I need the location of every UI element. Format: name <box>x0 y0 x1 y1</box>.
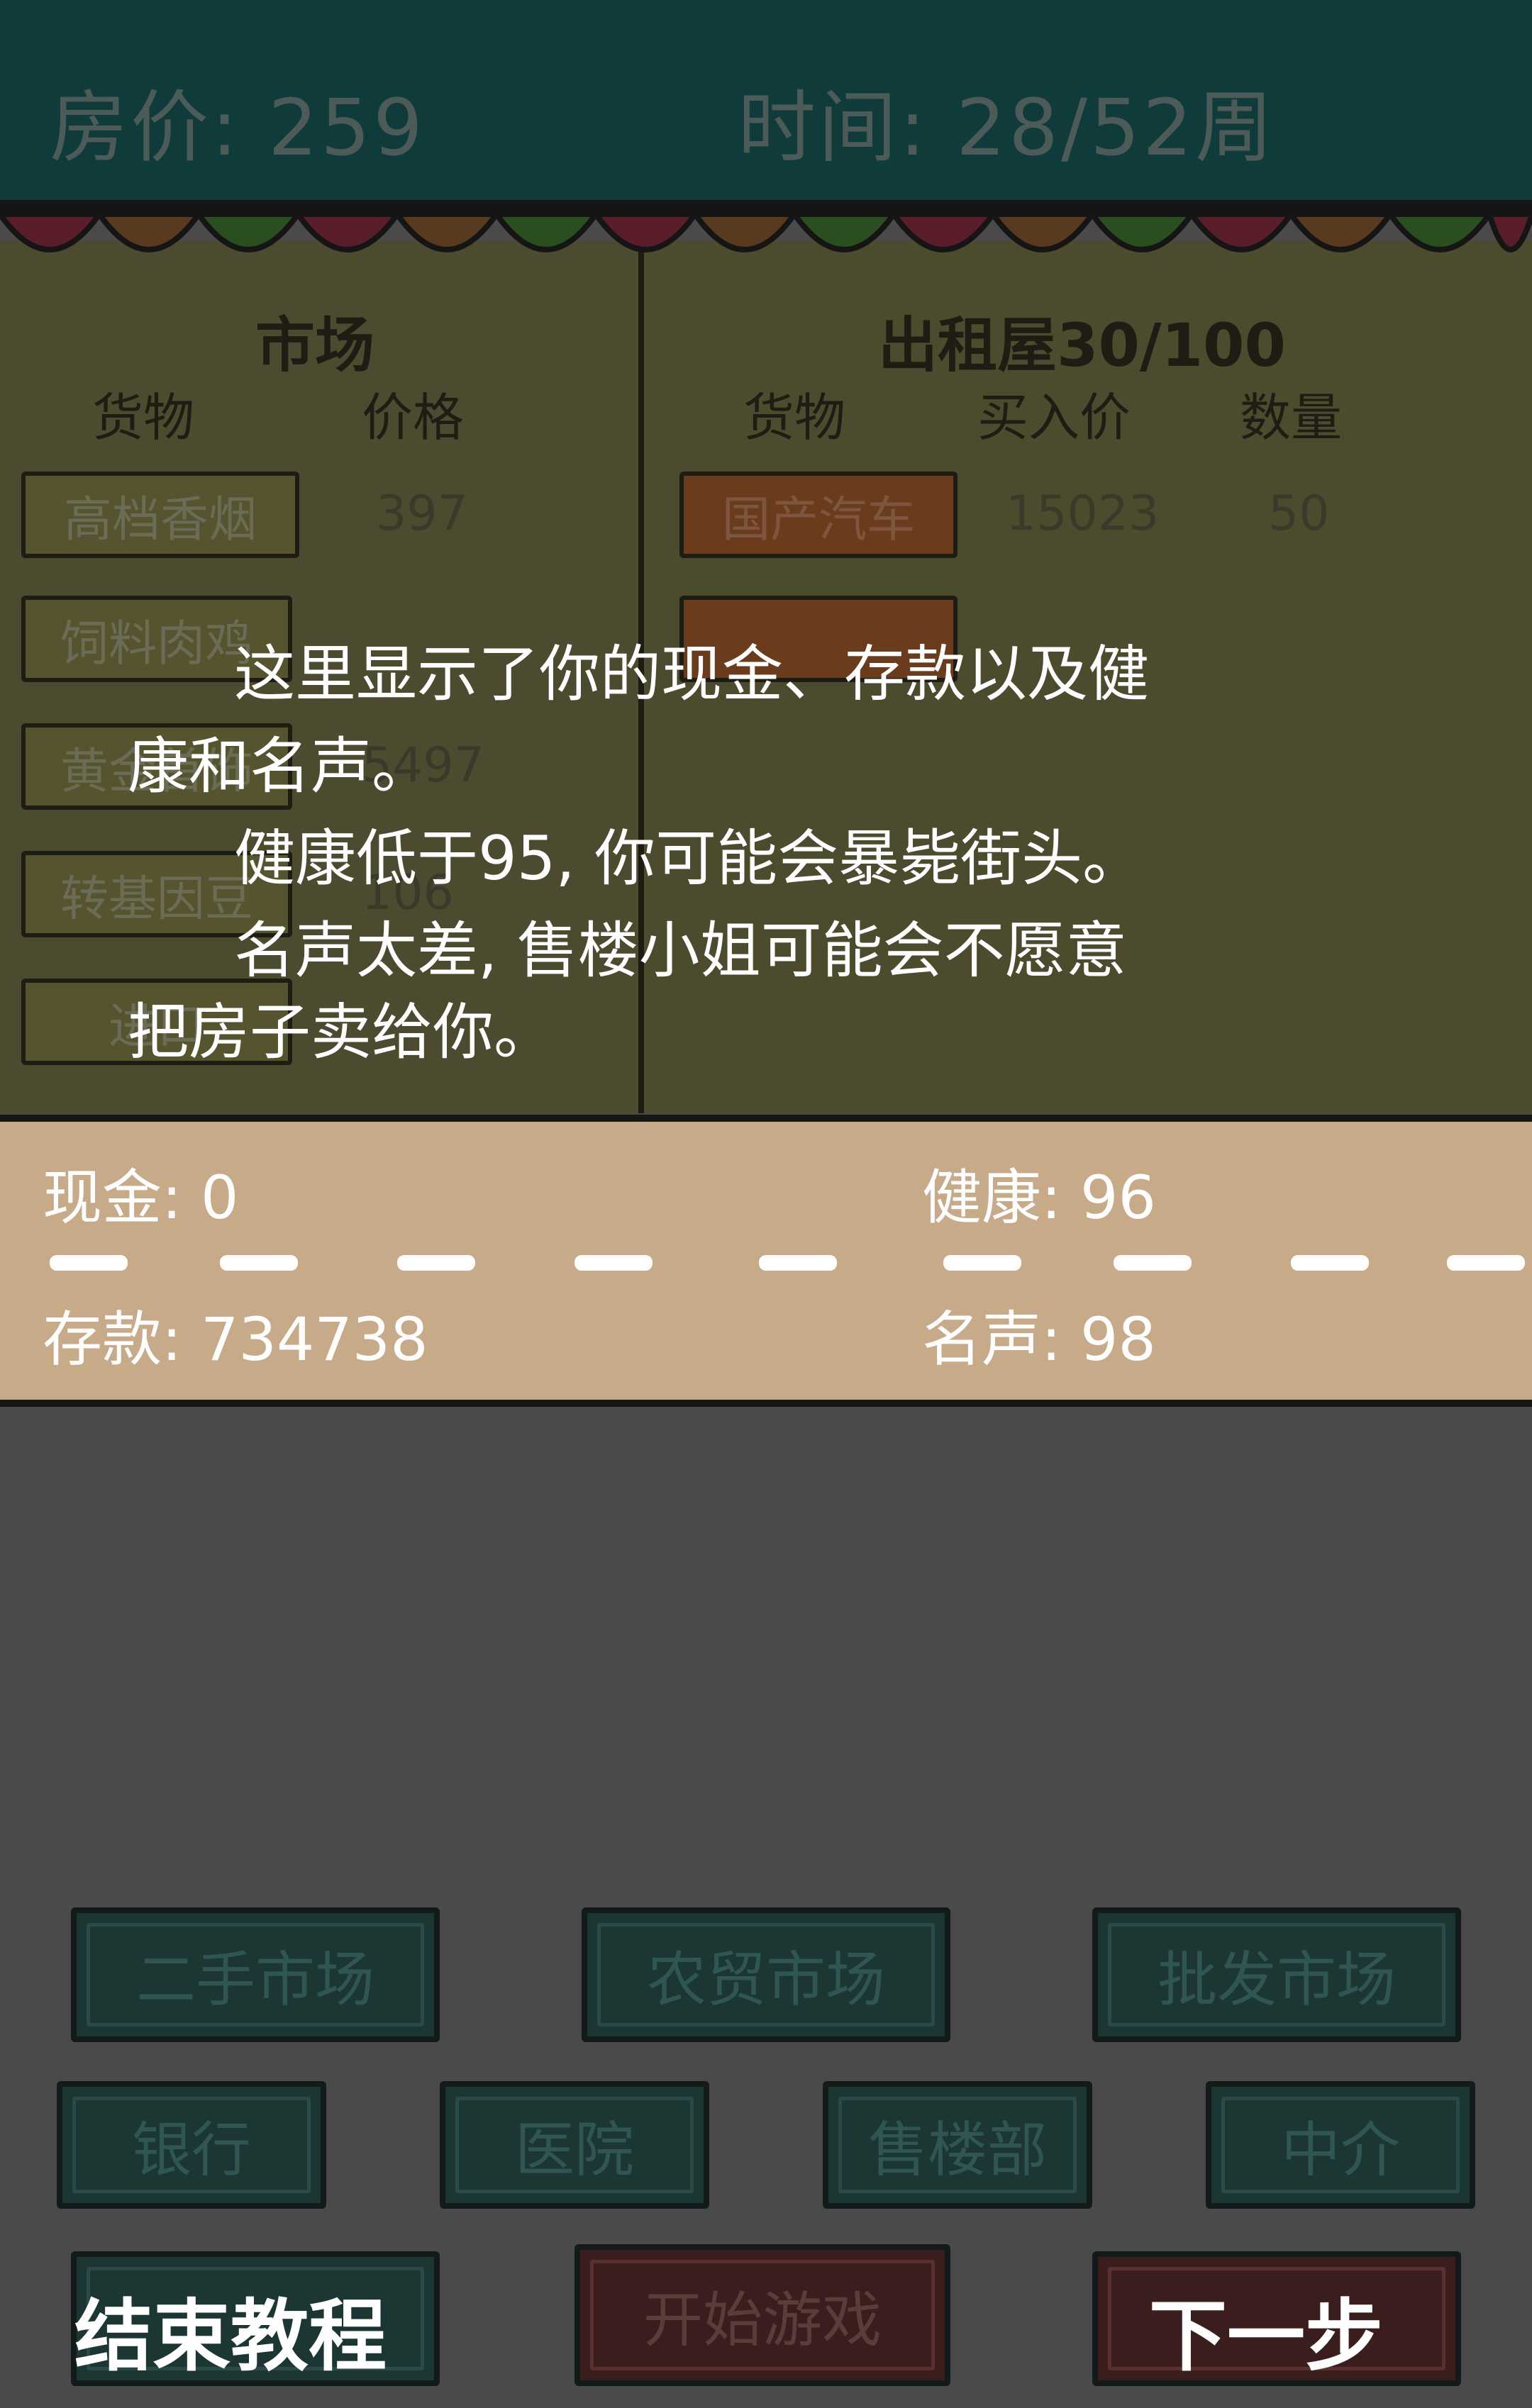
market-item-price: 397 <box>376 486 468 542</box>
tooltip-line-5: 把房子卖给你。 <box>128 997 555 1068</box>
wholesale-market-button[interactable]: 批发市场 <box>1092 1907 1461 2042</box>
top-bar: 房价: 259 时间: 28/52周 <box>0 0 1532 200</box>
market-title: 市场 <box>255 311 375 380</box>
rental-item-buy: 15023 <box>1006 486 1160 542</box>
end-tutorial-button[interactable]: 结束教程 <box>74 2273 387 2386</box>
bank-button[interactable]: 银行 <box>57 2081 326 2209</box>
second-hand-market-button[interactable]: 二手市场 <box>71 1907 440 2042</box>
divider <box>43 1255 1532 1273</box>
awning-decoration <box>0 200 1532 285</box>
tooltip-line-2: 康和名声。 <box>128 731 433 802</box>
reputation-label: 名声: 98 <box>922 1305 1156 1374</box>
sales-office-button[interactable]: 售楼部 <box>823 2081 1092 2209</box>
stats-panel: 现金: 0 健康: 96 存款: 734738 名声: 98 <box>0 1115 1532 1407</box>
rental-col-qty: 数量 <box>1240 388 1343 447</box>
house-price-label: 房价: 259 <box>50 82 426 173</box>
rental-col-goods: 货物 <box>743 388 846 447</box>
hospital-button[interactable]: 医院 <box>440 2081 709 2209</box>
tooltip-line-1: 这里显示了你的现金、存款以及健 <box>234 639 1149 710</box>
market-item-button[interactable]: 高档香烟 <box>21 472 299 558</box>
tooltip-line-4: 名声太差, 售楼小姐可能会不愿意 <box>234 915 1127 986</box>
rental-item-qty: 50 <box>1268 486 1330 542</box>
start-game-button[interactable]: 开始游戏 <box>574 2244 950 2386</box>
deposit-label: 存款: 734738 <box>43 1305 428 1374</box>
next-step-button[interactable]: 下一步 <box>1149 2273 1383 2386</box>
cash-label: 现金: 0 <box>43 1163 239 1232</box>
agent-button[interactable]: 中介 <box>1206 2081 1475 2209</box>
market-col-goods: 货物 <box>92 388 195 447</box>
health-label: 健康: 96 <box>922 1163 1156 1232</box>
rental-col-buy: 买入价 <box>977 388 1131 447</box>
farmers-market-button[interactable]: 农贸市场 <box>582 1907 950 2042</box>
rental-item-button[interactable]: 国产汽车 <box>679 472 958 558</box>
tooltip-line-3: 健康低于95, 你可能会暴毙街头。 <box>234 823 1144 894</box>
time-label: 时间: 28/52周 <box>738 82 1277 173</box>
rental-title: 出租屋30/100 <box>878 311 1286 380</box>
market-col-price: 价格 <box>362 388 465 447</box>
